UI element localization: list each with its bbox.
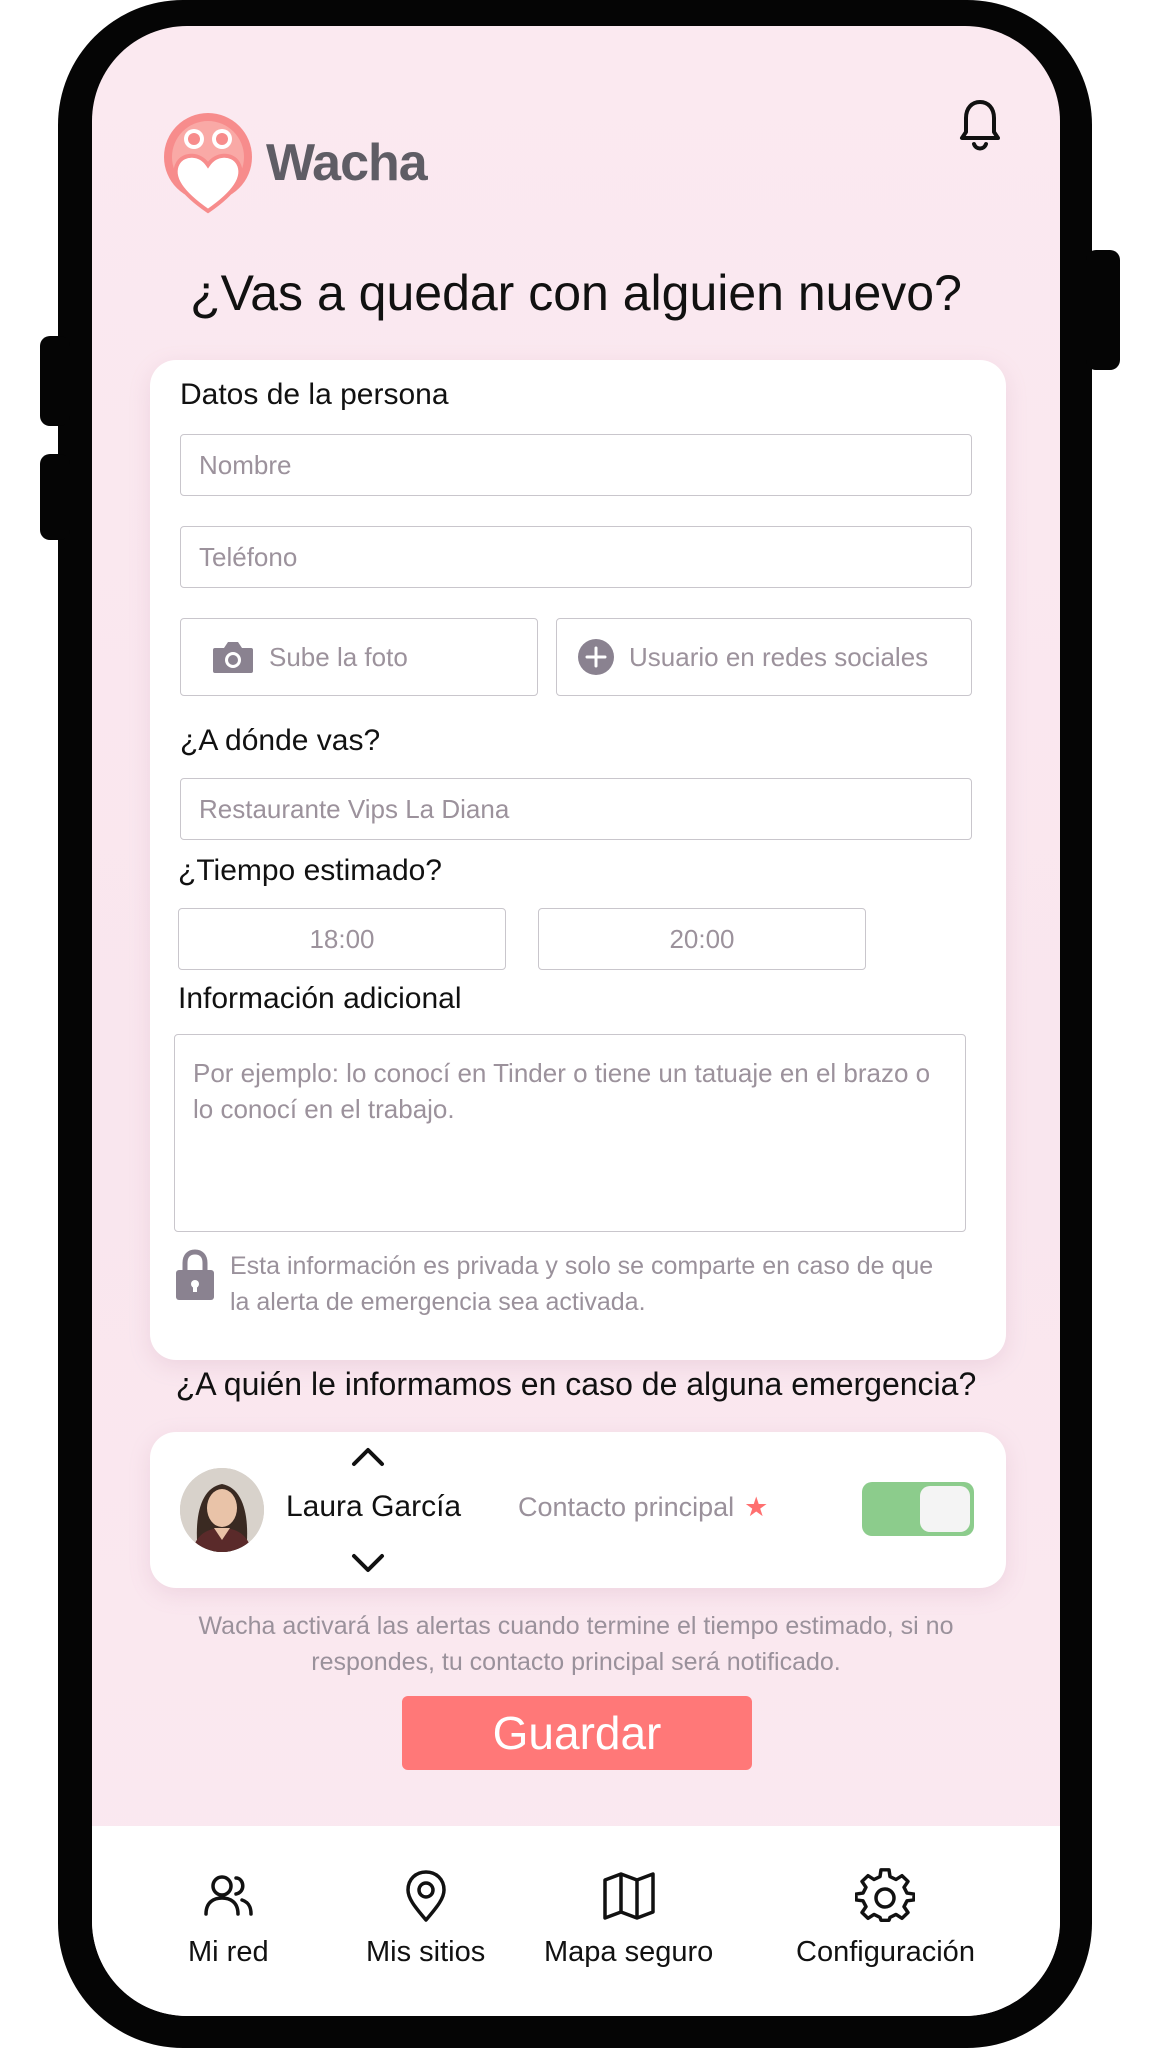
end-time-value: 20:00 xyxy=(669,923,735,954)
upload-photo-label: Sube la foto xyxy=(269,641,408,672)
contact-avatar xyxy=(180,1468,264,1552)
side-button-right xyxy=(1086,250,1120,370)
lock-icon xyxy=(176,1249,214,1300)
contact-name: Laura García xyxy=(286,1490,462,1523)
side-button-left-2 xyxy=(40,454,70,540)
start-time-input[interactable]: 18:00 xyxy=(178,908,506,970)
phone-placeholder: Teléfono xyxy=(199,541,298,572)
bottom-nav: Mi red Mis sitios Mapa seguro Configurac… xyxy=(92,1826,1060,2016)
name-input[interactable]: Nombre xyxy=(180,434,972,496)
map-pin-icon xyxy=(405,1870,446,1922)
nav-label-mapa-seguro: Mapa seguro xyxy=(544,1936,714,1968)
owl-heart-logo-icon xyxy=(164,113,252,214)
app-screen: Wacha ¿Vas a quedar con alguien nuevo? D… xyxy=(92,26,1060,2016)
person-section-title: Datos de la persona xyxy=(180,378,449,411)
toggle-knob xyxy=(920,1486,970,1532)
emergency-question: ¿A quién le informamos en caso de alguna… xyxy=(175,1366,977,1402)
nav-label-mis-sitios: Mis sitios xyxy=(366,1936,486,1968)
upload-photo-button[interactable]: Sube la foto xyxy=(180,618,538,696)
nav-item-mis-sitios[interactable]: Mis sitios xyxy=(366,1866,485,1969)
nav-item-mi-red[interactable]: Mi red xyxy=(188,1866,269,1969)
social-user-label: Usuario en redes sociales xyxy=(629,641,929,672)
name-placeholder: Nombre xyxy=(199,449,292,480)
nav-item-configuracion[interactable]: Configuración xyxy=(796,1866,975,1969)
app-name: Wacha xyxy=(266,134,428,192)
destination-input[interactable]: Restaurante Vips La Diana xyxy=(180,778,972,840)
additional-info-placeholder: Por ejemplo: lo conocí en Tinder o tiene… xyxy=(193,1058,931,1124)
map-icon xyxy=(602,1872,655,1920)
nav-item-mapa-seguro[interactable]: Mapa seguro xyxy=(544,1866,713,1969)
form-card: Datos de la persona Nombre Teléfono Sube… xyxy=(150,360,1006,1360)
alert-info-note: Wacha activará las alertas cuando termin… xyxy=(198,1612,954,1676)
additional-info-textarea[interactable]: Por ejemplo: lo conocí en Tinder o tiene… xyxy=(174,1034,966,1232)
side-button-left-1 xyxy=(40,336,70,426)
start-time-value: 18:00 xyxy=(309,923,375,954)
additional-info-title: Información adicional xyxy=(178,982,462,1015)
nav-label-mi-red: Mi red xyxy=(188,1936,269,1968)
emergency-contact-card: Laura García Contacto principal ★ xyxy=(150,1432,1006,1588)
page-title: ¿Vas a quedar con alguien nuevo? xyxy=(190,265,962,321)
privacy-note-text: Esta información es privada y solo se co… xyxy=(230,1252,934,1316)
users-icon xyxy=(204,1875,254,1916)
star-icon: ★ xyxy=(744,1492,769,1522)
gear-icon xyxy=(855,1868,916,1922)
plus-circle-icon xyxy=(578,639,614,675)
chevron-up-icon[interactable] xyxy=(350,1446,386,1468)
destination-question: ¿A dónde vas? xyxy=(180,724,381,757)
nav-label-configuracion: Configuración xyxy=(796,1936,975,1968)
save-button[interactable]: Guardar xyxy=(402,1696,752,1770)
contact-role-label: Contacto principal xyxy=(518,1492,735,1522)
phone-input[interactable]: Teléfono xyxy=(180,526,972,588)
chevron-down-icon[interactable] xyxy=(350,1552,386,1574)
social-user-button[interactable]: Usuario en redes sociales xyxy=(556,618,972,696)
destination-placeholder: Restaurante Vips La Diana xyxy=(199,793,510,824)
notifications-bell-icon[interactable] xyxy=(952,92,1008,156)
app-logo: Wacha xyxy=(162,111,428,215)
camera-icon xyxy=(213,642,253,673)
time-question: ¿Tiempo estimado? xyxy=(178,854,442,887)
contact-role: Contacto principal ★ xyxy=(518,1492,768,1523)
privacy-note: Esta información es privada y solo se co… xyxy=(174,1248,950,1320)
primary-contact-toggle[interactable] xyxy=(862,1482,974,1536)
end-time-input[interactable]: 20:00 xyxy=(538,908,866,970)
